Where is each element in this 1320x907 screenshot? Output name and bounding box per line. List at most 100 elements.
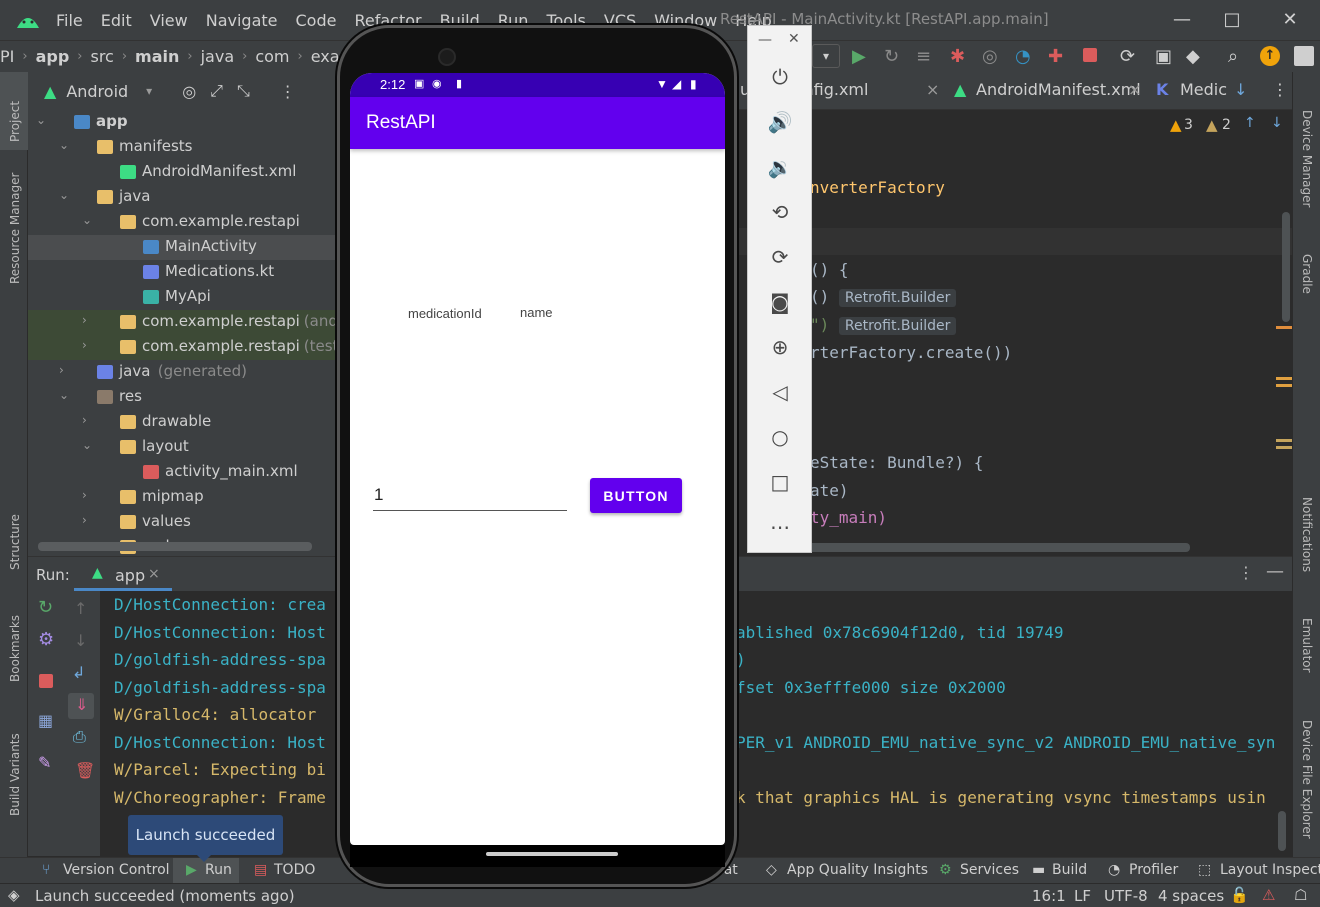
rotate-left-icon[interactable]: ⟲: [766, 198, 794, 226]
tool-version-control[interactable]: Version Control: [63, 862, 170, 878]
tool-layout-inspector[interactable]: Layout Inspector: [1220, 862, 1320, 878]
apply-code-changes-icon[interactable]: ≡: [916, 46, 931, 67]
chevron-right-icon[interactable]: ›: [82, 488, 96, 502]
tool-window-device-file-explorer[interactable]: Device File Explorer: [1300, 720, 1314, 839]
chevron-down-icon[interactable]: ⌄: [59, 388, 73, 402]
tree-row[interactable]: › java (generated): [28, 360, 338, 385]
sdk-manager-icon[interactable]: ◆: [1186, 46, 1200, 67]
run-config-dropdown[interactable]: ▾: [812, 44, 840, 68]
tree-row[interactable]: › values: [28, 510, 338, 535]
warning-icon[interactable]: ▲: [1170, 116, 1182, 134]
close-icon[interactable]: ×: [926, 80, 939, 99]
options-icon[interactable]: ⋮: [1238, 563, 1254, 582]
rotate-right-icon[interactable]: ⟳: [766, 243, 794, 271]
minimize-icon[interactable]: —: [1170, 8, 1194, 32]
apply-changes-icon[interactable]: ↻: [884, 46, 899, 67]
chevron-down-icon[interactable]: ⌄: [82, 438, 96, 452]
tree-row[interactable]: › com.example.restapi (test): [28, 335, 344, 360]
up-arrow-icon[interactable]: ↑: [74, 599, 87, 618]
tree-row[interactable]: MyApi: [28, 285, 338, 310]
chevron-right-icon[interactable]: ›: [82, 513, 96, 527]
tool-window-emulator[interactable]: Emulator: [1300, 618, 1314, 673]
back-icon[interactable]: ◁: [766, 378, 794, 406]
settings-icon[interactable]: ⚙: [38, 629, 54, 650]
chevron-down-icon[interactable]: ⌄: [59, 188, 73, 202]
error-stripe-marker[interactable]: [1276, 446, 1292, 449]
tool-window-notifications[interactable]: Notifications: [1300, 497, 1314, 572]
menu-code[interactable]: Code: [296, 11, 337, 30]
tool-window-device-manager[interactable]: Device Manager: [1300, 110, 1314, 207]
expand-all-icon[interactable]: ⤢: [210, 81, 223, 101]
close-icon[interactable]: ×: [1128, 80, 1141, 99]
coverage-icon[interactable]: ◎: [982, 46, 998, 67]
chevron-down-icon[interactable]: ▾: [146, 84, 152, 98]
tool-window-gradle[interactable]: Gradle: [1300, 254, 1314, 294]
tree-row[interactable]: AndroidManifest.xml: [28, 160, 338, 185]
horizontal-scrollbar[interactable]: [38, 542, 312, 551]
chevron-right-icon[interactable]: ›: [82, 413, 96, 427]
breadcrumb-item[interactable]: main: [135, 47, 179, 66]
next-highlight-icon[interactable]: ↓: [1271, 115, 1283, 131]
tool-services[interactable]: Services: [960, 862, 1019, 878]
weak-warning-icon[interactable]: ▲: [1206, 116, 1218, 134]
run-tab-app[interactable]: app: [115, 566, 145, 585]
search-icon[interactable]: ⌕: [1228, 46, 1238, 67]
gesture-handle[interactable]: [486, 852, 618, 856]
power-icon[interactable]: ⏻: [766, 63, 794, 91]
vertical-scrollbar[interactable]: [1278, 811, 1286, 851]
tree-row[interactable]: › drawable: [28, 410, 338, 435]
breadcrumb-item[interactable]: app: [36, 47, 70, 66]
rerun-icon[interactable]: ↻: [38, 597, 53, 618]
tree-row[interactable]: ›com.example.restapi(androidTest): [28, 310, 402, 335]
debug-icon[interactable]: ✱: [950, 46, 965, 67]
update-icon[interactable]: ↑: [1260, 46, 1280, 66]
trash-icon[interactable]: 🗑: [75, 761, 95, 780]
status-icon[interactable]: ◈: [8, 886, 20, 904]
layout-icon[interactable]: ▦: [38, 711, 53, 730]
more-options-icon[interactable]: ⋯: [766, 513, 794, 541]
avatar[interactable]: [1294, 46, 1314, 66]
breadcrumb-item[interactable]: PI: [0, 47, 14, 66]
tab-medications[interactable]: Medic: [1180, 80, 1227, 99]
tree-row[interactable]: Medications.kt: [28, 260, 338, 285]
breadcrumb-item[interactable]: java: [201, 47, 235, 66]
tree-row[interactable]: › mipmap: [28, 485, 338, 510]
menu-view[interactable]: View: [150, 11, 188, 30]
lock-icon[interactable]: 🔓: [1230, 886, 1249, 904]
chevron-right-icon[interactable]: ›: [82, 313, 96, 327]
home-icon[interactable]: ○: [766, 423, 794, 451]
breadcrumb-item[interactable]: com: [255, 47, 289, 66]
print-icon[interactable]: ⎙: [73, 727, 86, 747]
tree-row[interactable]: activity_main.xml: [28, 460, 338, 485]
tab-android-manifest[interactable]: AndroidManifest.xml: [976, 80, 1141, 99]
chevron-down-icon[interactable]: ⌄: [36, 113, 50, 127]
close-window-icon[interactable]: ✕: [1278, 8, 1302, 32]
tree-row[interactable]: ⌄ java: [28, 185, 338, 210]
inspector-icon[interactable]: ☖: [1294, 886, 1307, 904]
previous-highlight-icon[interactable]: ↑: [1244, 115, 1256, 131]
down-arrow-icon[interactable]: ↓: [74, 631, 87, 650]
device-manager-icon[interactable]: ▣: [1155, 46, 1172, 67]
close-icon[interactable]: ×: [148, 566, 160, 582]
chevron-right-icon[interactable]: ›: [59, 363, 73, 377]
tree-row[interactable]: ⌄ layout: [28, 435, 338, 460]
tree-row[interactable]: ⌄ com.example.restapi: [28, 210, 338, 235]
vertical-scrollbar[interactable]: [1282, 212, 1290, 322]
zoom-icon[interactable]: ⊕: [766, 333, 794, 361]
overview-icon[interactable]: □: [766, 468, 794, 496]
tree-row[interactable]: ⌄ manifests: [28, 135, 338, 160]
tool-window-structure[interactable]: Structure: [8, 514, 22, 570]
fetch-button[interactable]: BUTTON: [590, 478, 682, 513]
tool-window-bookmarks[interactable]: Bookmarks: [8, 615, 22, 682]
profile-icon[interactable]: ◔: [1015, 46, 1031, 67]
options-icon[interactable]: ⋮: [280, 82, 296, 101]
tool-build[interactable]: Build: [1052, 862, 1087, 878]
tool-run[interactable]: Run: [205, 862, 232, 878]
project-view-selector[interactable]: Android: [66, 82, 128, 101]
error-stripe-marker[interactable]: [1276, 377, 1292, 380]
tool-window-project[interactable]: Project: [8, 101, 22, 142]
tool-window-build-variants[interactable]: Build Variants: [8, 733, 22, 816]
device-screen[interactable]: 2:12 ▣ ◉ ▮ ▼ ◢ ▮ RestAPI medicationId na…: [350, 73, 725, 845]
tool-todo[interactable]: TODO: [274, 862, 315, 878]
caret-position[interactable]: 16:1: [1032, 887, 1066, 905]
